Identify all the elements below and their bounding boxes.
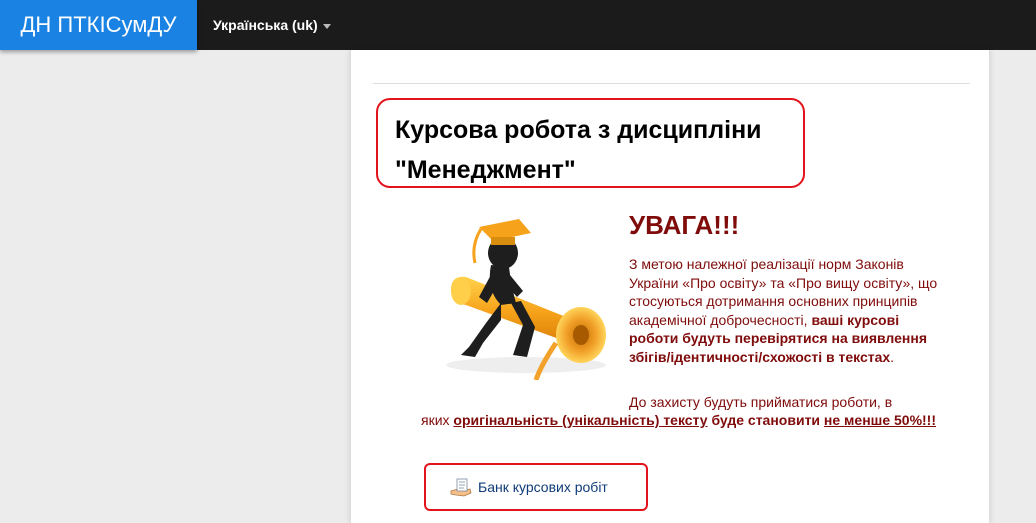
warning-end: . [890,348,895,365]
requirement-text-1: яких [421,412,454,428]
warning-paragraph: З метою належної реалізації норм Законів… [629,255,949,366]
warning-title: УВАГА!!! [629,210,740,240]
graduate-scroll-illustration [431,205,621,381]
language-label: Українська (uk) [213,17,318,33]
requirement-text-2: буде становити [707,412,824,428]
hand-document-icon [450,478,472,497]
page-title: Курсова робота з дисципліни "Менеджмент" [395,116,762,184]
threshold-text: не менше 50%!!! [823,412,937,428]
divider [373,83,970,84]
title-highlight: Курсова робота з дисципліни "Менеджмент" [376,98,805,188]
requirement-paragraph: До захисту будуть прийматися роботи, в як… [421,393,951,429]
bank-link-highlight: Банк курсових робіт [424,463,648,511]
language-menu[interactable]: Українська (uk) [213,0,331,50]
bank-link-label: Банк курсових робіт [478,479,608,495]
navbar: ДН ПТКІСумДУ Українська (uk) [0,0,1036,50]
chevron-down-icon [322,23,331,29]
main-content: Курсова робота з дисципліни "Менеджмент" [350,50,990,523]
bank-link[interactable]: Банк курсових робіт [450,477,608,497]
originality-text: оригінальність (унікальність) тексту [453,412,708,428]
requirement-lead: До захисту будуть прийматися роботи, в [629,394,893,410]
site-brand[interactable]: ДН ПТКІСумДУ [0,0,197,50]
